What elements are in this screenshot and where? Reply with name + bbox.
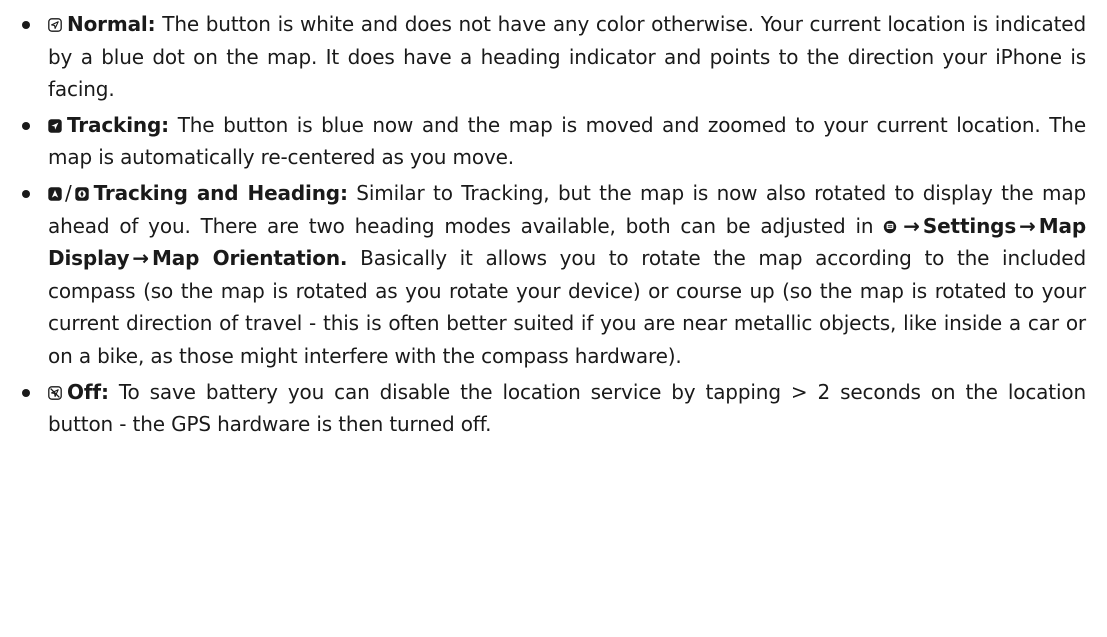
menu-icon xyxy=(883,220,897,234)
bullet xyxy=(22,189,30,198)
mode-description: The button is blue now and the map is mo… xyxy=(48,112,1086,170)
list-item-tracking: Tracking: The button is blue now and the… xyxy=(22,109,1086,174)
location-arrow-filled-icon xyxy=(48,119,62,133)
location-arrow-outline-icon xyxy=(48,18,62,32)
mode-description: The button is white and does not have an… xyxy=(48,12,1086,102)
mode-name: Off: xyxy=(67,379,109,404)
icon-separator: / xyxy=(65,180,72,205)
mode-name: Tracking and Heading: xyxy=(93,180,348,205)
mode-description: To save battery you can disable the loca… xyxy=(48,379,1086,437)
document: Normal: The button is white and does not… xyxy=(0,0,1107,637)
path-settings: Settings xyxy=(922,213,1017,238)
path-arrow: → xyxy=(1019,213,1036,238)
bullet xyxy=(22,121,30,130)
bullet xyxy=(22,21,30,29)
heading-arrow-filled-icon xyxy=(48,187,62,201)
bullet xyxy=(22,388,30,397)
mode-name: Normal: xyxy=(67,12,156,36)
list-item-off: Off: To save battery you can disable the… xyxy=(22,376,1086,441)
location-modes-list: Normal: The button is white and does not… xyxy=(22,8,1086,444)
path-map-orientation: Map Orientation. xyxy=(152,246,348,271)
path-arrow: → xyxy=(132,246,150,271)
mode-name: Tracking: xyxy=(67,112,170,137)
list-item-normal: Normal: The button is white and does not… xyxy=(22,8,1086,106)
path-arrow: → xyxy=(903,213,920,238)
heading-compass-filled-icon xyxy=(74,187,89,201)
location-off-icon xyxy=(48,385,62,400)
list-item-tracking-heading: / Tracking and Heading: Similar to Track… xyxy=(22,177,1086,373)
